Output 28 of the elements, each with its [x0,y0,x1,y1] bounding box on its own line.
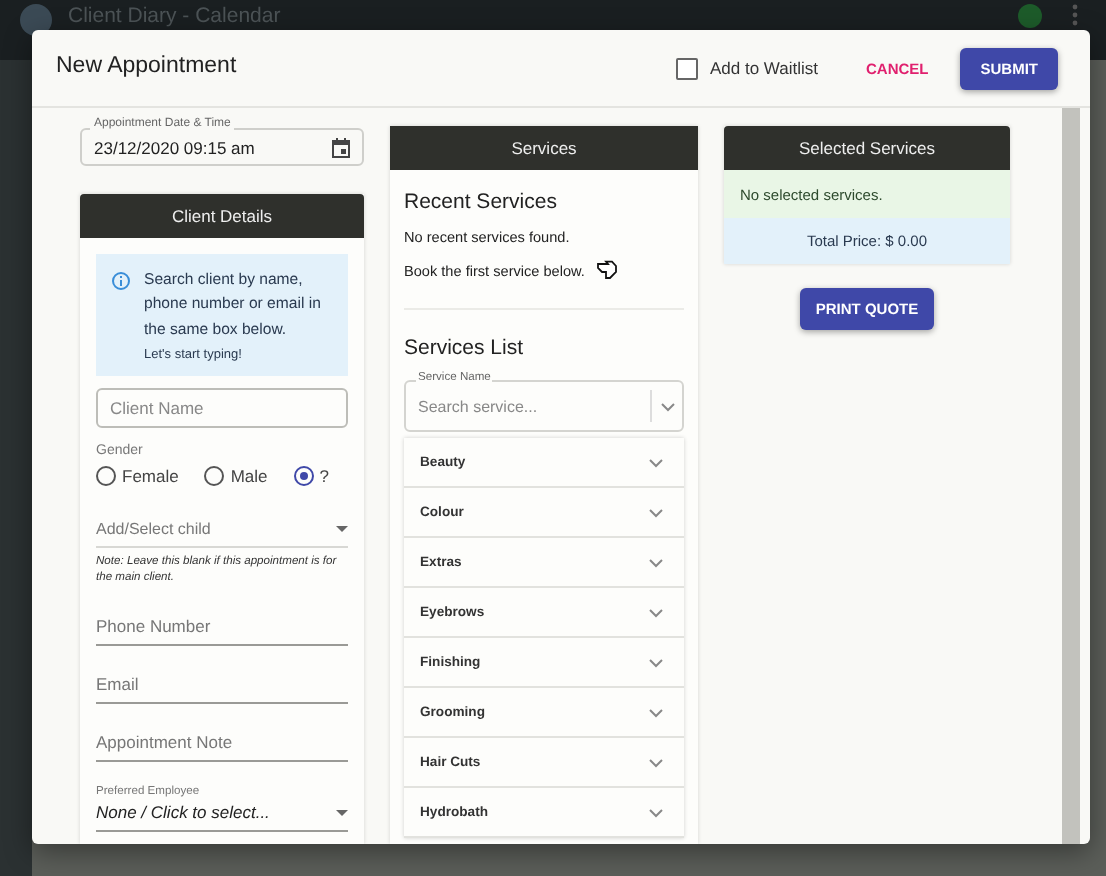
caret-icon [336,809,348,815]
caret-icon [336,525,348,532]
input-field[interactable]: Appointment Note [96,732,348,762]
radio-label: Male [230,465,268,486]
waitlist-checkbox[interactable] [675,57,698,79]
panel-header: Client Details [80,194,364,239]
radio-button[interactable] [96,465,116,486]
scrollbar[interactable] [1062,108,1080,844]
radio-label: Female [122,465,179,486]
section-heading: Recent Services [404,190,559,214]
input-field[interactable]: Email [96,674,348,704]
calendar-icon[interactable] [332,137,350,158]
waitlist-label: Add to Waitlist [709,58,818,78]
preferred-employee-select[interactable]: None / Click to select... [96,798,348,832]
app-logo-icon [20,4,52,36]
dialog-title: New Appointment [56,54,239,78]
info-icon [112,272,130,291]
pointing-hand-icon [596,260,619,280]
input-field[interactable]: Phone Number [96,616,348,646]
panel-header: Services [390,126,698,170]
radio-button[interactable] [293,465,314,486]
panel-header: Selected Services [724,126,1010,170]
client-name-field[interactable]: Client Name [96,387,348,428]
child-select[interactable]: Add/Select child [96,519,348,548]
section-heading: Services List [404,336,526,360]
chevron-down-icon [660,401,676,411]
radio-button[interactable] [204,465,225,486]
radio-label: ? [319,465,330,486]
